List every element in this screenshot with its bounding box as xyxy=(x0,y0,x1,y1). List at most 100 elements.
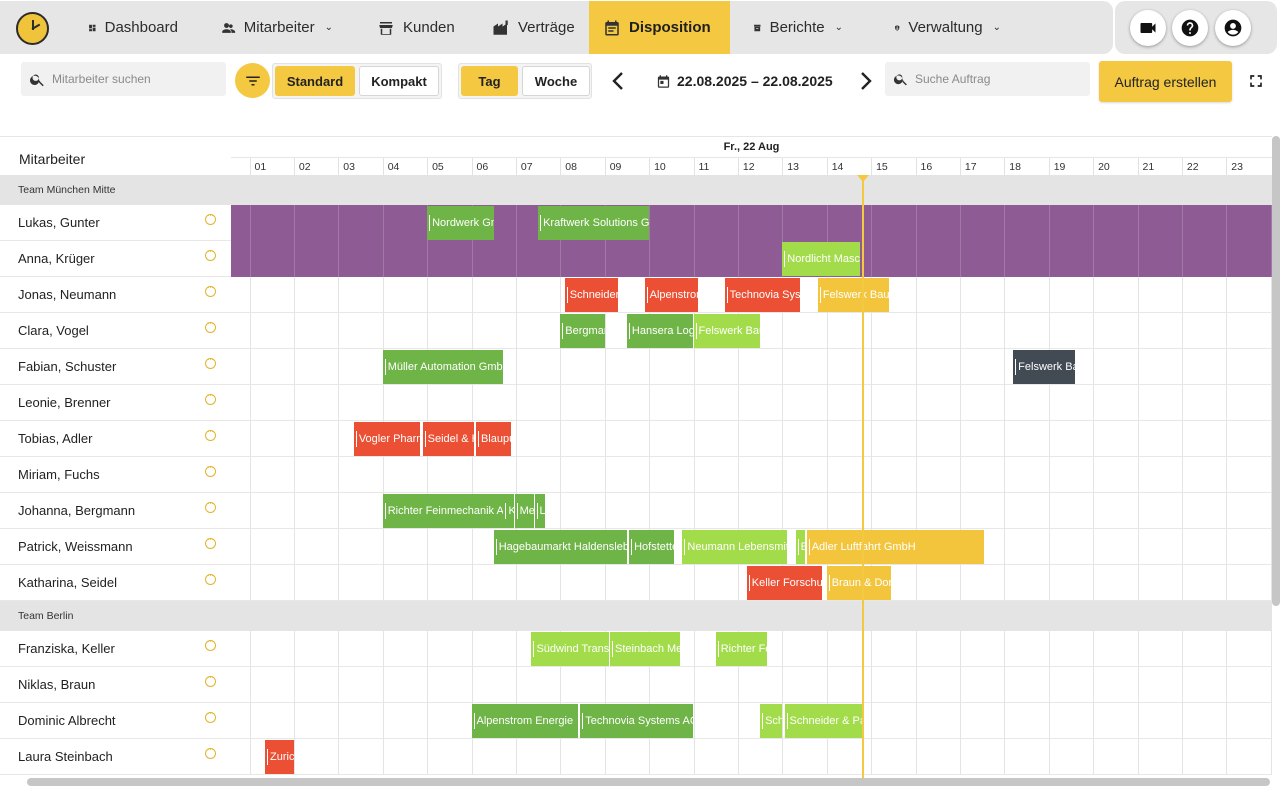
employee-name[interactable]: Clara, Vogel xyxy=(18,313,89,349)
nav-item-disposition[interactable]: Disposition xyxy=(589,1,730,54)
order-block[interactable]: Richter Feinmechanik xyxy=(715,632,767,666)
order-block[interactable]: Alpenstrom Energie xyxy=(644,278,698,312)
order-block[interactable]: Zurich xyxy=(265,740,294,774)
nav-item-verträge[interactable]: Verträge xyxy=(478,1,589,54)
more-options-icon[interactable] xyxy=(205,535,216,549)
employee-name[interactable]: Tobias, Adler xyxy=(18,421,92,457)
employee-name[interactable]: Johanna, Bergmann xyxy=(18,493,135,529)
order-block[interactable]: Lutz xyxy=(534,494,545,528)
more-options-icon[interactable] xyxy=(205,673,216,687)
team-header[interactable]: Team München Mitte xyxy=(0,175,1272,205)
more-options-icon[interactable] xyxy=(205,355,216,369)
employee-timeline[interactable]: Alpenstrom Energie Technovia Systems AG Sc… xyxy=(231,703,1272,739)
employee-timeline[interactable]: Südwind Transporte Steinbach Medien Richte… xyxy=(231,631,1272,667)
order-block[interactable]: Schneider & Partner xyxy=(784,704,863,738)
order-search-input[interactable]: Suche Auftrag xyxy=(885,62,1090,96)
order-block[interactable]: Klein xyxy=(503,494,514,528)
account-button[interactable] xyxy=(1215,10,1251,46)
create-order-button[interactable]: Auftrag erstellen xyxy=(1099,61,1232,102)
employee-name[interactable]: Jonas, Neumann xyxy=(18,277,116,313)
employee-timeline[interactable]: Nordwerk GmbH Kraftwerk Solutions GmbH xyxy=(231,205,1272,241)
order-block[interactable]: Felswerk Bau xyxy=(693,314,761,348)
employee-name[interactable]: Dominic Albrecht xyxy=(18,703,116,739)
fullscreen-icon[interactable] xyxy=(1246,71,1266,91)
employee-name[interactable]: Leonie, Brenner xyxy=(18,385,111,421)
nav-item-berichte[interactable]: Berichte ⌄ xyxy=(739,1,857,54)
more-options-icon[interactable] xyxy=(205,247,216,261)
employee-timeline[interactable]: Nordlicht Maschinenbau xyxy=(231,241,1272,277)
nav-item-kunden[interactable]: Kunden xyxy=(363,1,471,54)
order-block[interactable]: Felswerk Bau xyxy=(817,278,889,312)
order-block[interactable]: Seidel & Hofmann xyxy=(422,422,474,456)
order-block[interactable]: Eder xyxy=(795,530,806,564)
employee-name[interactable]: Patrick, Weissmann xyxy=(18,529,133,565)
more-options-icon[interactable] xyxy=(205,427,216,441)
employee-timeline[interactable]: Zurich xyxy=(231,739,1272,775)
order-block[interactable]: Schmid xyxy=(760,704,783,738)
previous-period-button[interactable] xyxy=(606,68,630,94)
order-block[interactable]: Blaupunkt xyxy=(475,422,512,456)
employee-name[interactable]: Franziska, Keller xyxy=(18,631,115,667)
employee-timeline[interactable]: Vogler Pharma Seidel & Hofmann Blaupunkt xyxy=(231,421,1272,457)
horizontal-scrollbar[interactable] xyxy=(27,778,1270,786)
more-options-icon[interactable] xyxy=(205,319,216,333)
view-standard-button[interactable]: Standard xyxy=(275,66,355,96)
order-block[interactable]: Felswerk Bau xyxy=(1013,350,1076,384)
nav-item-mitarbeiter[interactable]: Mitarbeiter ⌄ xyxy=(207,1,347,54)
employee-timeline[interactable]: Keller ForschungBraun & Dorn xyxy=(231,565,1272,601)
view-compact-button[interactable]: Kompakt xyxy=(359,66,439,96)
order-block[interactable]: Kraftwerk Solutions GmbH xyxy=(538,206,650,240)
employee-name[interactable]: Niklas, Braun xyxy=(18,667,95,703)
order-block[interactable]: Adler Luftfahrt GmbH xyxy=(806,530,985,564)
employee-search-input[interactable]: Mitarbeiter suchen xyxy=(21,62,226,96)
order-block[interactable]: Steinbach Medien xyxy=(610,632,681,666)
employee-name[interactable]: Fabian, Schuster xyxy=(18,349,116,385)
order-block[interactable]: Hansera Logistik xyxy=(626,314,694,348)
order-block[interactable]: Keller Forschung xyxy=(746,566,823,600)
order-block[interactable]: Hofstetter xyxy=(629,530,674,564)
order-block[interactable]: Nordlicht Maschinenbau xyxy=(782,242,860,276)
date-range-display[interactable]: 22.08.2025 – 22.08.2025 xyxy=(656,70,833,92)
order-block[interactable]: Technovia Systems AG xyxy=(724,278,801,312)
employee-name[interactable]: Lukas, Gunter xyxy=(18,205,100,241)
help-button[interactable] xyxy=(1172,10,1208,46)
employee-timeline[interactable]: Hagebaumarkt Haldensleben Hofstetter Neuma… xyxy=(231,529,1272,565)
team-header[interactable]: Team Berlin xyxy=(0,601,1272,631)
order-block[interactable]: Müller Automation GmbH xyxy=(382,350,503,384)
order-block[interactable]: Bergmann Logistik xyxy=(560,314,605,348)
more-options-icon[interactable] xyxy=(205,283,216,297)
more-options-icon[interactable] xyxy=(205,637,216,651)
employee-timeline[interactable]: Richter Feinmechanik AG Klein Meier Lutz xyxy=(231,493,1272,529)
more-options-icon[interactable] xyxy=(205,745,216,759)
nav-item-verwaltung[interactable]: Verwaltung ⌄ xyxy=(880,1,1015,54)
order-block[interactable]: Technovia Systems AG xyxy=(580,704,694,738)
employee-name[interactable]: Laura Steinbach xyxy=(18,739,113,775)
range-week-button[interactable]: Woche xyxy=(522,66,590,96)
employee-timeline[interactable]: Müller Automation GmbH Felswerk Bau xyxy=(231,349,1272,385)
order-block[interactable]: Hagebaumarkt Haldensleben xyxy=(493,530,627,564)
more-options-icon[interactable] xyxy=(205,709,216,723)
more-options-icon[interactable] xyxy=(205,211,216,225)
order-block[interactable]: Braun & Dorn xyxy=(826,566,892,600)
order-block[interactable]: Vogler Pharma xyxy=(353,422,421,456)
employee-name[interactable]: Miriam, Fuchs xyxy=(18,457,100,493)
vertical-scrollbar[interactable] xyxy=(1272,136,1280,606)
nav-item-dashboard[interactable]: Dashboard xyxy=(74,1,192,54)
order-block[interactable]: Richter Feinmechanik AG xyxy=(382,494,503,528)
order-block[interactable]: Meier xyxy=(514,494,534,528)
order-block[interactable]: Südwind Transporte xyxy=(531,632,610,666)
employee-timeline[interactable]: Bergmann Logistik Hansera Logistik Felswer… xyxy=(231,313,1272,349)
employee-name[interactable]: Anna, Krüger xyxy=(18,241,95,277)
clock-logo-icon[interactable] xyxy=(16,12,49,45)
range-day-button[interactable]: Tag xyxy=(461,66,518,96)
video-call-button[interactable] xyxy=(1130,10,1166,46)
order-block[interactable]: Neumann Lebensmittel xyxy=(682,530,787,564)
employee-name[interactable]: Katharina, Seidel xyxy=(18,565,117,601)
order-block[interactable]: Schneider & Partner xyxy=(564,278,618,312)
more-options-icon[interactable] xyxy=(205,463,216,477)
order-block[interactable]: Alpenstrom Energie xyxy=(471,704,579,738)
order-block[interactable]: Nordwerk GmbH xyxy=(427,206,494,240)
more-options-icon[interactable] xyxy=(205,499,216,513)
employee-timeline[interactable]: Schneider & Partner Alpenstrom Energie Tec… xyxy=(231,277,1272,313)
filter-button[interactable] xyxy=(235,63,270,98)
